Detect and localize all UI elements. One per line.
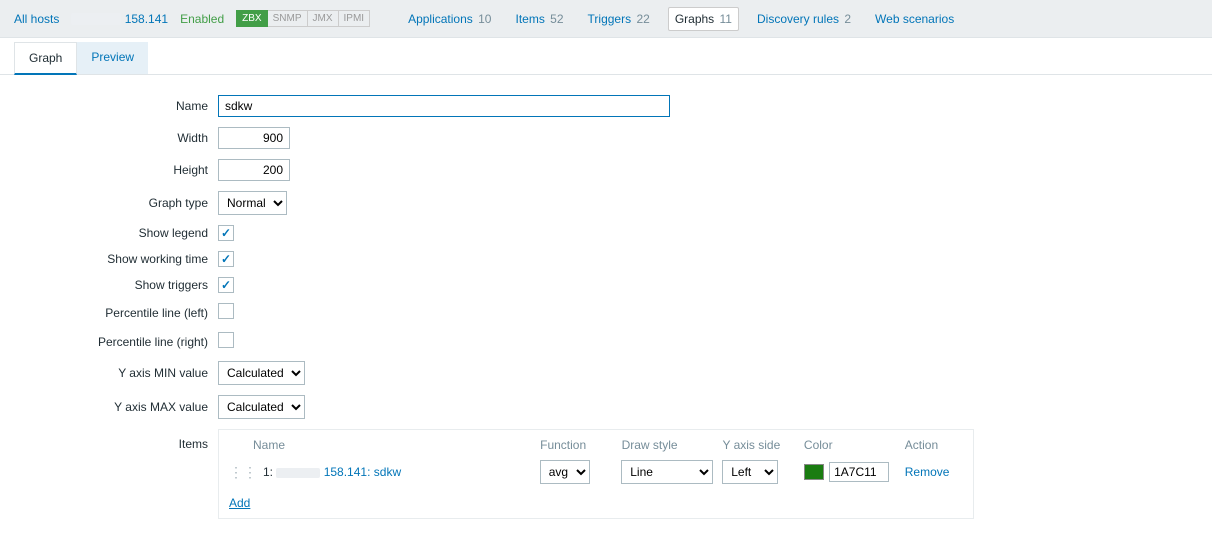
interface-badges: ZBX SNMP JMX IPMI	[236, 10, 370, 27]
show-triggers-label: Show triggers	[0, 278, 218, 292]
show-triggers-checkbox[interactable]	[218, 277, 234, 293]
tab-preview[interactable]: Preview	[77, 42, 148, 74]
badge-jmx: JMX	[308, 10, 339, 27]
item-draw-select[interactable]: Line	[621, 460, 713, 484]
percentile-right-checkbox[interactable]	[218, 332, 234, 348]
items-label: Items	[0, 429, 218, 451]
item-remove-link[interactable]: Remove	[905, 465, 950, 479]
item-host-blur	[276, 468, 320, 478]
host-name-link[interactable]: 158.141	[71, 12, 168, 26]
show-working-time-label: Show working time	[0, 252, 218, 266]
items-head-function: Function	[540, 438, 621, 452]
show-working-time-checkbox[interactable]	[218, 251, 234, 267]
nav-web[interactable]: Web scenarios	[869, 8, 960, 30]
graph-type-label: Graph type	[0, 196, 218, 210]
drag-handle-icon[interactable]: ⋮⋮	[229, 464, 257, 481]
percentile-right-label: Percentile line (right)	[0, 335, 218, 349]
tab-bar: Graph Preview	[0, 42, 1212, 75]
ymax-label: Y axis MAX value	[0, 400, 218, 414]
tab-graph[interactable]: Graph	[14, 42, 77, 75]
percentile-left-checkbox[interactable]	[218, 303, 234, 319]
items-head-color: Color	[804, 438, 905, 452]
nav-triggers[interactable]: Triggers 22	[582, 8, 656, 30]
items-row: ⋮⋮ 1: 158.141: sdkw avg Line Left	[219, 456, 973, 488]
graph-type-select[interactable]: Normal	[218, 191, 287, 215]
height-label: Height	[0, 163, 218, 177]
items-add-link[interactable]: Add	[219, 488, 260, 518]
show-legend-checkbox[interactable]	[218, 225, 234, 241]
nav-applications[interactable]: Applications 10	[402, 8, 497, 30]
show-legend-label: Show legend	[0, 226, 218, 240]
items-head-side: Y axis side	[722, 438, 803, 452]
host-name-blur	[71, 13, 121, 25]
item-index: 1:	[263, 465, 273, 479]
nav-items[interactable]: Items 52	[509, 8, 569, 30]
badge-snmp: SNMP	[268, 10, 308, 27]
badge-ipmi: IPMI	[339, 10, 371, 27]
name-input[interactable]	[218, 95, 670, 117]
items-header-row: Name Function Draw style Y axis side Col…	[219, 430, 973, 456]
ymin-label: Y axis MIN value	[0, 366, 218, 380]
badge-zbx: ZBX	[236, 10, 267, 27]
items-head-name: Name	[229, 438, 540, 452]
width-label: Width	[0, 131, 218, 145]
items-head-action: Action	[905, 438, 963, 452]
item-color-swatch[interactable]	[804, 464, 824, 480]
width-input[interactable]	[218, 127, 290, 149]
item-side-select[interactable]: Left	[722, 460, 778, 484]
enabled-status: Enabled	[180, 12, 224, 26]
nav-discovery[interactable]: Discovery rules 2	[751, 8, 857, 30]
ymax-select[interactable]: Calculated	[218, 395, 305, 419]
items-table: Name Function Draw style Y axis side Col…	[218, 429, 974, 519]
all-hosts-link[interactable]: All hosts	[14, 12, 59, 26]
graph-form: Name Width Height Graph type Normal Show…	[0, 75, 1212, 549]
item-color-input[interactable]	[829, 462, 889, 482]
items-head-draw: Draw style	[622, 438, 723, 452]
nav-graphs[interactable]: Graphs 11	[668, 7, 739, 31]
item-name-link[interactable]: 158.141: sdkw	[276, 465, 401, 479]
name-label: Name	[0, 99, 218, 113]
height-input[interactable]	[218, 159, 290, 181]
host-nav-bar: All hosts 158.141 Enabled ZBX SNMP JMX I…	[0, 0, 1212, 38]
percentile-left-label: Percentile line (left)	[0, 306, 218, 320]
ymin-select[interactable]: Calculated	[218, 361, 305, 385]
item-function-select[interactable]: avg	[540, 460, 590, 484]
